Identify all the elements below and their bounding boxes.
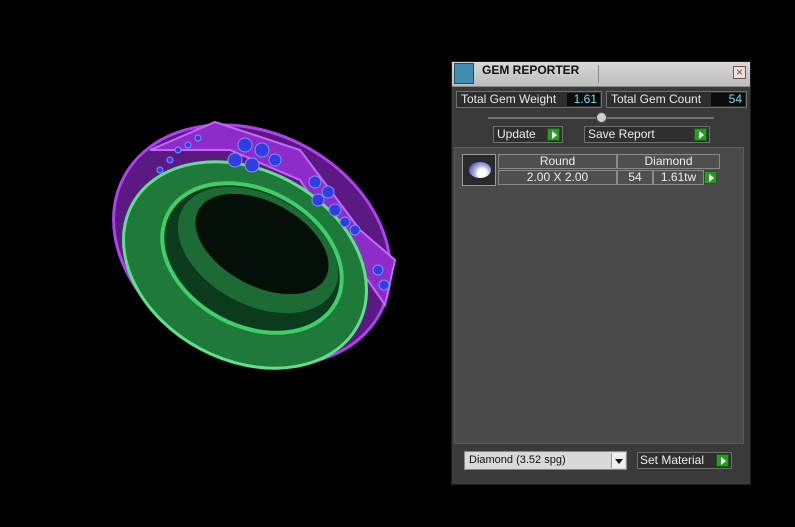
update-label: Update [497,127,536,141]
gem-shape: Round [498,154,617,169]
save-report-button[interactable]: Save Report [584,126,710,143]
total-gem-weight-label: Total Gem Weight [461,92,557,106]
material-select[interactable]: Diamond (3.52 spg) [464,451,627,470]
gem-material: Diamond [617,154,720,169]
total-gem-weight-value: 1.61 [567,93,600,106]
play-arrow-icon [547,128,560,141]
play-arrow-icon [716,454,729,467]
total-gem-count-value: 54 [711,93,745,106]
splitter-handle[interactable] [596,112,607,123]
gem-size: 2.00 X 2.00 [498,170,617,185]
title-divider [598,65,599,83]
save-report-label: Save Report [588,127,655,141]
gem-count: 54 [617,170,653,185]
ring-model[interactable] [0,0,445,522]
total-gem-weight: Total Gem Weight 1.61 [456,91,602,108]
close-button[interactable]: × [733,66,746,79]
material-select-value: Diamond (3.52 spg) [469,454,566,466]
gem-list: Round Diamond 2.00 X 2.00 54 1.61tw [454,147,744,444]
gem-reporter-icon [454,63,474,84]
panel-title: GEM REPORTER [482,63,580,77]
gem-weight: 1.61tw [653,170,704,185]
gem-reporter-panel: GEM REPORTER × Total Gem Weight 1.61 Tot… [451,61,751,485]
panel-titlebar[interactable]: GEM REPORTER × [452,62,750,87]
set-material-button[interactable]: Set Material [637,452,732,469]
play-arrow-icon [694,128,707,141]
chevron-down-icon[interactable] [611,453,625,468]
gem-row-action-button[interactable] [704,171,717,184]
set-material-label: Set Material [640,453,705,467]
3d-viewport[interactable] [0,0,445,522]
total-gem-count-label: Total Gem Count [611,92,702,106]
update-button[interactable]: Update [493,126,563,143]
total-gem-count: Total Gem Count 54 [606,91,747,108]
diamond-thumbnail-icon[interactable] [462,154,496,186]
